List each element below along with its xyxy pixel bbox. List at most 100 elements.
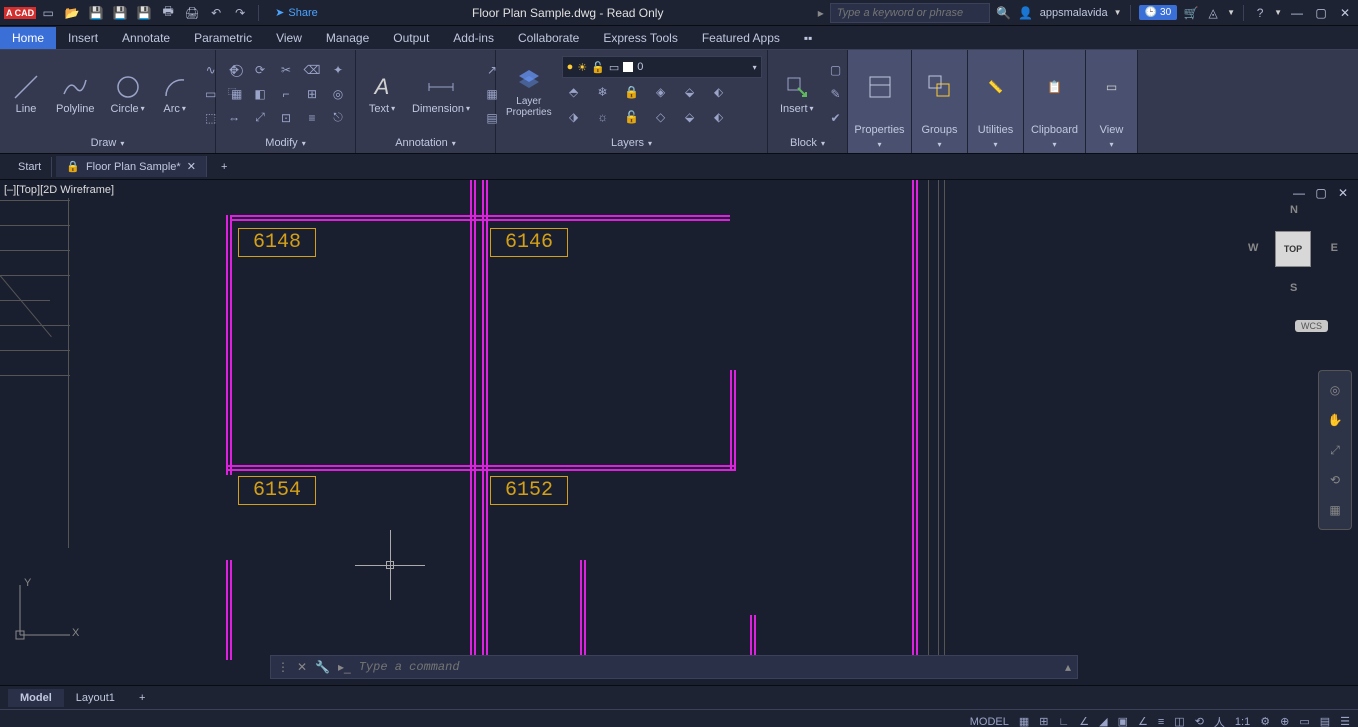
osnap-toggle-icon[interactable]: ▣ (1118, 715, 1128, 727)
grid-toggle-icon[interactable]: ▦ (1019, 715, 1029, 727)
tab-featured[interactable]: Featured Apps (690, 27, 792, 49)
save-icon[interactable]: 💾 (88, 5, 104, 21)
drawing-canvas[interactable]: [–][Top][2D Wireframe] — ▢ ✕ 6148 6146 6… (0, 180, 1358, 685)
tab-home[interactable]: Home (0, 27, 56, 49)
view-cube[interactable]: N S W E TOP (1248, 204, 1338, 294)
undo-icon[interactable]: ↶ (208, 5, 224, 21)
search-arrow-icon[interactable]: ▸ (818, 6, 824, 20)
cube-top-face[interactable]: TOP (1275, 231, 1311, 267)
tab-addins[interactable]: Add-ins (441, 27, 506, 49)
view-label[interactable]: [–][Top][2D Wireframe] (4, 184, 114, 196)
vp-maximize-icon[interactable]: ▢ (1312, 184, 1330, 202)
share-button[interactable]: ➤ Share (275, 6, 318, 19)
status-model[interactable]: MODEL (970, 716, 1009, 727)
annomon-icon[interactable]: ⊕ (1280, 715, 1289, 727)
tab-collaborate[interactable]: Collaborate (506, 27, 591, 49)
tab-insert[interactable]: Insert (56, 27, 110, 49)
cube-e[interactable]: E (1331, 242, 1338, 254)
move-icon[interactable]: ✥ (222, 59, 246, 81)
layer-on-icon[interactable]: ⬗ (562, 106, 586, 128)
erase-icon[interactable]: ⌫ (300, 59, 324, 81)
layout-tab-add[interactable]: + (127, 689, 157, 707)
ortho-toggle-icon[interactable]: ∟ (1058, 716, 1069, 727)
trim-icon[interactable]: ✂ (274, 59, 298, 81)
panel-clipboard[interactable]: 📋 Clipboard▾ (1024, 50, 1086, 153)
panel-groups[interactable]: Groups▾ (912, 50, 968, 153)
explode-icon[interactable]: ✦ (326, 59, 350, 81)
layer-properties-tool[interactable]: Layer Properties (502, 66, 556, 118)
trial-badge[interactable]: 🕒 30 (1139, 5, 1178, 20)
cycling-icon[interactable]: ⟲ (1195, 715, 1204, 727)
cmd-close-icon[interactable]: ✕ (297, 660, 307, 674)
dimension-tool[interactable]: Dimension▾ (406, 71, 476, 117)
tab-parametric[interactable]: Parametric (182, 27, 264, 49)
steering-wheel-icon[interactable]: ◎ (1324, 379, 1346, 401)
orbit-icon[interactable]: ⟲ (1324, 469, 1346, 491)
scale-display[interactable]: 1:1 (1235, 716, 1250, 727)
app-dropdown-icon[interactable]: ▼ (1227, 8, 1235, 17)
tab-view[interactable]: View (264, 27, 314, 49)
new-icon[interactable]: ▭ (40, 5, 56, 21)
circle-tool[interactable]: Circle▾ (105, 71, 151, 117)
wcs-badge[interactable]: WCS (1295, 320, 1328, 332)
cmd-wrench-icon[interactable]: 🔧 (315, 660, 330, 674)
create-block-icon[interactable]: ▢ (824, 59, 848, 81)
maximize-button[interactable]: ▢ (1312, 4, 1330, 22)
layer-isolate-icon[interactable]: ◈ (649, 81, 673, 103)
command-input[interactable] (359, 660, 1057, 674)
saveas-icon[interactable]: 💾 (112, 5, 128, 21)
cube-s[interactable]: S (1290, 282, 1297, 294)
transparency-icon[interactable]: ◫ (1174, 715, 1184, 727)
user-name[interactable]: appsmalavida (1040, 7, 1108, 19)
stretch-icon[interactable]: ⇔ (222, 107, 246, 129)
close-button[interactable]: ✕ (1336, 4, 1354, 22)
mirror-icon[interactable]: ◧ (248, 83, 272, 105)
tab-file[interactable]: 🔒 Floor Plan Sample* ✕ (56, 156, 207, 177)
layout-tab-layout1[interactable]: Layout1 (64, 689, 127, 707)
fillet-icon[interactable]: ⌐ (274, 83, 298, 105)
line-tool[interactable]: Line (6, 71, 46, 117)
chevron-down-icon[interactable]: ▾ (120, 139, 124, 148)
edit-attr-icon[interactable]: ✔ (824, 107, 848, 129)
cart-icon[interactable]: 🛒 (1183, 5, 1199, 21)
layer-uniso-icon[interactable]: ◇ (649, 106, 673, 128)
close-tab-icon[interactable]: ✕ (187, 160, 196, 173)
user-dropdown-icon[interactable]: ▼ (1114, 8, 1122, 17)
isodraft-icon[interactable]: ◢ (1099, 715, 1107, 727)
tab-annotate[interactable]: Annotate (110, 27, 182, 49)
layer-unlock-icon[interactable]: 🔓 (620, 106, 644, 128)
tab-more[interactable]: ▪▪ (792, 27, 825, 49)
offset-icon[interactable]: ◎ (326, 83, 350, 105)
workspace-icon[interactable]: ⚙ (1260, 715, 1270, 727)
otrack-icon[interactable]: ∠ (1138, 715, 1148, 727)
snap-toggle-icon[interactable]: ⊞ (1039, 715, 1048, 727)
array-icon[interactable]: ⊞ (300, 83, 324, 105)
align-icon[interactable]: ≡ (300, 107, 324, 129)
open-icon[interactable]: 📂 (64, 5, 80, 21)
help-icon[interactable]: ? (1252, 5, 1268, 21)
tab-express[interactable]: Express Tools (591, 27, 689, 49)
edit-block-icon[interactable]: ✎ (824, 83, 848, 105)
break-icon[interactable]: ⎋ (326, 107, 350, 129)
scale-icon[interactable]: ⤢ (248, 107, 272, 129)
lineweight-icon[interactable]: ≡ (1158, 716, 1164, 727)
cmd-up-icon[interactable]: ▴ (1065, 660, 1071, 674)
tab-manage[interactable]: Manage (314, 27, 381, 49)
layout-tab-model[interactable]: Model (8, 689, 64, 707)
new-tab-button[interactable]: + (211, 157, 237, 177)
zoom-extents-icon[interactable]: ⤢ (1324, 439, 1346, 461)
arraypath-icon[interactable]: ⊡ (274, 107, 298, 129)
layer-freeze-icon[interactable]: ❄ (591, 81, 615, 103)
cube-n[interactable]: N (1290, 204, 1298, 216)
vp-close-icon[interactable]: ✕ (1334, 184, 1352, 202)
ucs-icon[interactable]: Y X (10, 575, 80, 645)
redo-icon[interactable]: ↷ (232, 5, 248, 21)
layer-lock-icon[interactable]: 🔒 (620, 81, 644, 103)
cube-w[interactable]: W (1248, 242, 1258, 254)
layer-walk-icon[interactable]: ⬙ (678, 106, 702, 128)
layer-thaw-icon[interactable]: ☼ (591, 106, 615, 128)
tab-output[interactable]: Output (381, 27, 441, 49)
panel-utilities[interactable]: 📏 Utilities▾ (968, 50, 1024, 153)
layer-match-icon[interactable]: ⬙ (678, 81, 702, 103)
vp-minimize-icon[interactable]: — (1290, 184, 1308, 202)
